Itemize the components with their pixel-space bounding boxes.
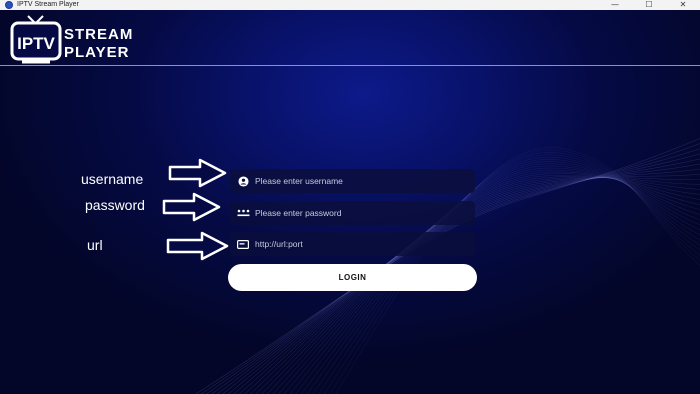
header-divider: [0, 65, 700, 66]
minimize-button[interactable]: —: [598, 0, 632, 10]
password-label: password: [85, 197, 145, 213]
maximize-button[interactable]: ☐: [632, 0, 666, 10]
logo-badge-text: IPTV: [17, 34, 55, 53]
url-label: url: [87, 237, 103, 253]
login-button[interactable]: LOGIN: [228, 264, 477, 291]
app-main: IPTV STREAM PLAYER username password url: [0, 10, 700, 394]
app-icon: [5, 1, 13, 9]
password-field: [230, 201, 475, 225]
username-input[interactable]: [255, 176, 455, 186]
arrow-right-icon: [168, 158, 227, 188]
close-button[interactable]: ✕: [666, 0, 700, 10]
arrow-right-icon: [162, 192, 221, 222]
server-icon: [236, 237, 250, 251]
logo-line2: PLAYER: [64, 44, 129, 61]
url-input[interactable]: [255, 239, 455, 249]
arrow-right-icon: [166, 231, 229, 261]
password-dots-icon: [236, 206, 250, 220]
window-title: IPTV Stream Player: [17, 1, 79, 8]
username-field: [230, 169, 475, 193]
username-label: username: [81, 171, 144, 187]
logo-line1: STREAM: [64, 26, 133, 43]
window-controls: — ☐ ✕: [598, 0, 700, 10]
user-icon: [236, 174, 250, 188]
password-input[interactable]: [255, 208, 455, 218]
url-field: [230, 232, 475, 256]
app-logo: IPTV STREAM PLAYER: [10, 15, 133, 64]
